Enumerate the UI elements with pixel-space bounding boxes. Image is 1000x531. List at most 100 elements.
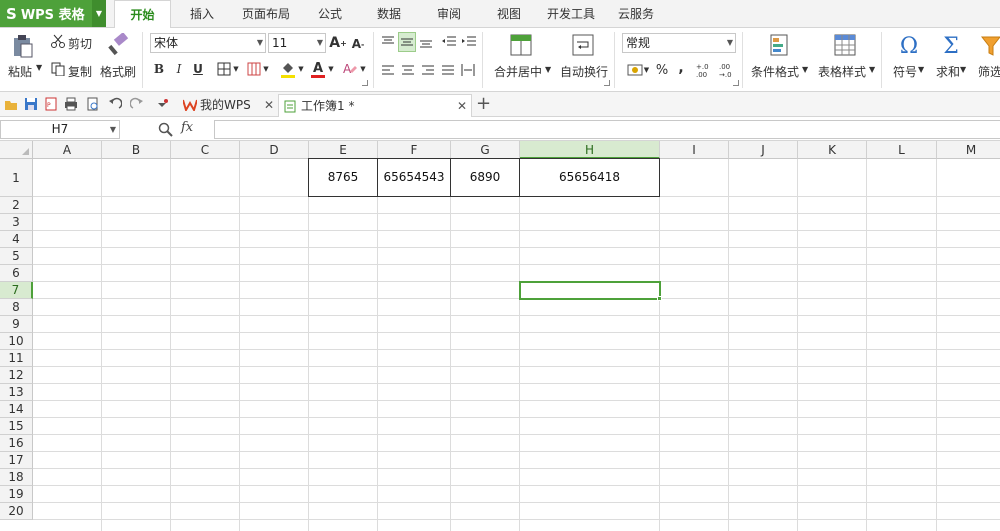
- increase-font-size-button[interactable]: A +: [329, 33, 347, 53]
- decrease-font-size-button[interactable]: A-: [350, 34, 366, 54]
- cond-format-dropdown-icon[interactable]: ▼: [802, 65, 808, 74]
- align-bottom-button[interactable]: [418, 34, 434, 50]
- row-header-19[interactable]: 19: [0, 486, 33, 503]
- column-header-e[interactable]: E: [309, 141, 378, 159]
- underline-button[interactable]: U: [191, 60, 205, 78]
- merge-center-icon[interactable]: [508, 32, 534, 58]
- doc-tab-my-wps[interactable]: 我的WPS ✕: [178, 94, 278, 117]
- row-header-1[interactable]: 1: [0, 159, 33, 197]
- close-icon[interactable]: ✕: [457, 95, 467, 118]
- customize-toolbar-icon[interactable]: [155, 97, 169, 111]
- decrease-indent-button[interactable]: [441, 34, 457, 50]
- merge-center-button[interactable]: 合并居中: [494, 63, 542, 80]
- save-icon[interactable]: [24, 97, 38, 111]
- conditional-format-icon[interactable]: [766, 32, 792, 58]
- paste-dropdown-icon[interactable]: ▼: [36, 63, 42, 72]
- app-menu-button[interactable]: S WPS 表格: [0, 0, 92, 27]
- tab-data[interactable]: 数据: [368, 0, 410, 28]
- justify-button[interactable]: [440, 62, 456, 78]
- row-header-7[interactable]: 7: [0, 282, 33, 299]
- column-header-i[interactable]: I: [660, 141, 729, 159]
- table-style-button[interactable]: 表格样式: [818, 63, 866, 80]
- wrap-text-icon[interactable]: [570, 32, 596, 58]
- copy-button[interactable]: 复制: [68, 63, 92, 80]
- sigma-icon[interactable]: Σ: [938, 32, 964, 60]
- row-header-2[interactable]: 2: [0, 197, 33, 214]
- number-format-select[interactable]: 常规 ▼: [622, 33, 736, 53]
- close-icon[interactable]: ✕: [264, 94, 274, 117]
- print-icon[interactable]: [64, 97, 78, 111]
- doc-tab-workbook[interactable]: 工作簿1 * ✕: [278, 94, 472, 117]
- open-folder-icon[interactable]: [4, 97, 18, 111]
- align-left-button[interactable]: [380, 62, 396, 78]
- row-header-18[interactable]: 18: [0, 469, 33, 486]
- symbol-dropdown-icon[interactable]: ▼: [918, 65, 924, 74]
- fill-handle[interactable]: [657, 296, 662, 301]
- column-header-b[interactable]: B: [102, 141, 171, 159]
- font-color-button[interactable]: A ▼: [308, 59, 336, 79]
- new-tab-plus-icon[interactable]: +: [476, 93, 492, 115]
- tab-view[interactable]: 视图: [488, 0, 530, 28]
- tab-developer[interactable]: 开发工具: [541, 0, 601, 28]
- row-header-16[interactable]: 16: [0, 435, 33, 452]
- conditional-format-button[interactable]: 条件格式: [751, 63, 799, 80]
- name-box[interactable]: H7 ▼: [0, 120, 120, 139]
- number-dialog-launcher[interactable]: [733, 80, 739, 86]
- paste-button[interactable]: [10, 32, 36, 60]
- row-header-12[interactable]: 12: [0, 367, 33, 384]
- redo-icon[interactable]: [130, 97, 144, 111]
- funnel-icon[interactable]: [980, 32, 1000, 60]
- font-dialog-launcher[interactable]: [362, 80, 368, 86]
- decrease-decimal-button[interactable]: .00 →.0: [718, 60, 736, 80]
- row-header-13[interactable]: 13: [0, 384, 33, 401]
- row-header-6[interactable]: 6: [0, 265, 33, 282]
- row-header-11[interactable]: 11: [0, 350, 33, 367]
- row-header-9[interactable]: 9: [0, 316, 33, 333]
- filter-button[interactable]: 筛选: [978, 63, 1000, 80]
- distributed-align-button[interactable]: [460, 62, 476, 78]
- currency-button[interactable]: ▼: [624, 60, 652, 80]
- bold-button[interactable]: B: [152, 60, 166, 78]
- app-menu-dropdown[interactable]: ▼: [92, 0, 106, 27]
- tab-review[interactable]: 审阅: [428, 0, 470, 28]
- zoom-search-icon[interactable]: [158, 122, 174, 138]
- row-header-14[interactable]: 14: [0, 401, 33, 418]
- tab-page-layout[interactable]: 页面布局: [236, 0, 296, 28]
- cell-fill-pattern-button[interactable]: ▼: [244, 60, 272, 78]
- symbol-button[interactable]: 符号: [893, 63, 917, 80]
- tab-home[interactable]: 开始: [114, 0, 171, 29]
- align-middle-button[interactable]: [398, 32, 416, 52]
- alignment-dialog-launcher[interactable]: [604, 80, 610, 86]
- format-painter-icon[interactable]: [106, 32, 130, 58]
- row-header-15[interactable]: 15: [0, 418, 33, 435]
- undo-icon[interactable]: [108, 97, 122, 111]
- column-header-a[interactable]: A: [33, 141, 102, 159]
- column-header-j[interactable]: J: [729, 141, 798, 159]
- comma-button[interactable]: ,: [674, 58, 688, 78]
- increase-indent-button[interactable]: [461, 34, 477, 50]
- cell-g1[interactable]: 6890: [450, 158, 520, 197]
- merge-dropdown-icon[interactable]: ▼: [545, 65, 551, 74]
- column-header-f[interactable]: F: [378, 141, 451, 159]
- tab-formula[interactable]: 公式: [309, 0, 351, 28]
- column-header-h[interactable]: H: [520, 141, 660, 159]
- align-right-button[interactable]: [420, 62, 436, 78]
- column-header-l[interactable]: L: [867, 141, 937, 159]
- column-header-d[interactable]: D: [240, 141, 309, 159]
- percent-button[interactable]: %: [654, 60, 670, 80]
- print-preview-icon[interactable]: [86, 97, 100, 111]
- row-header-10[interactable]: 10: [0, 333, 33, 350]
- table-style-dropdown-icon[interactable]: ▼: [869, 65, 875, 74]
- borders-button[interactable]: ▼: [214, 60, 242, 78]
- row-header-4[interactable]: 4: [0, 231, 33, 248]
- copy-icon[interactable]: [50, 61, 66, 77]
- insert-function-button[interactable]: fx: [181, 120, 193, 135]
- formula-input[interactable]: [214, 120, 1000, 139]
- row-header-8[interactable]: 8: [0, 299, 33, 316]
- align-top-button[interactable]: [380, 34, 396, 50]
- paste-label[interactable]: 粘贴: [8, 63, 32, 80]
- column-header-g[interactable]: G: [451, 141, 520, 159]
- active-cell-selection[interactable]: [519, 281, 661, 300]
- align-center-button[interactable]: [400, 62, 416, 78]
- italic-button[interactable]: I: [172, 60, 186, 78]
